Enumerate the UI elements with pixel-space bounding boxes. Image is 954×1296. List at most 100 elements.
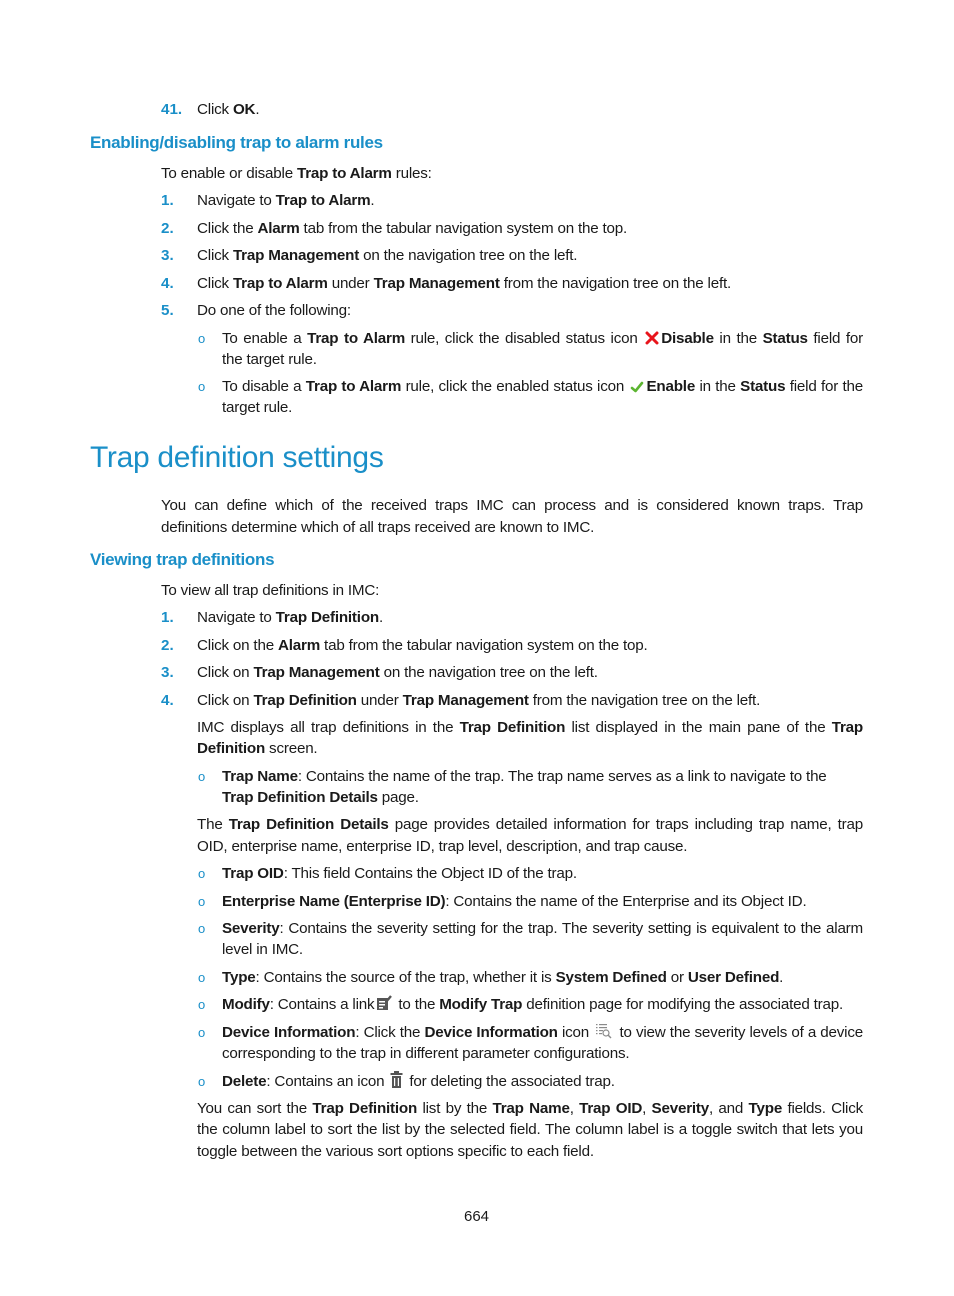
step-text: Navigate to Trap to Alarm.: [197, 190, 375, 212]
status-enable-button: Enable: [628, 378, 695, 395]
field-bullet-text: Trap OID: This field Contains the Object…: [222, 863, 863, 885]
step-number: 1.: [161, 609, 174, 626]
bullet-marker: o: [198, 997, 206, 1012]
sort-para-line1: You can sort the Trap Definition list by…: [197, 1098, 863, 1120]
modify-bullet-text: Modify: Contains a link to the Modify Tr…: [222, 994, 843, 1018]
text-bold: Trap Definition: [312, 1100, 418, 1117]
text-bold: Alarm: [257, 220, 300, 237]
text-bold: Trap to Alarm: [296, 165, 392, 182]
text: to view the severity levels of a device: [615, 1024, 864, 1041]
status-label: Disable: [661, 330, 714, 347]
text: Click the: [197, 220, 258, 237]
bullet-text-cont: target rule.: [222, 399, 293, 416]
text-bold: Trap: [831, 719, 864, 736]
bullet-marker: o: [198, 1074, 206, 1089]
text: Navigate to: [197, 192, 276, 209]
text-bold: Trap to Alarm: [307, 330, 406, 347]
text-bold: User Defined: [687, 969, 780, 986]
step-number: 1.: [161, 192, 174, 209]
bullet-text: To enable a Trap to Alarm rule, click th…: [222, 328, 863, 352]
bullet-text: To disable a Trap to Alarm rule, click t…: [222, 376, 863, 400]
text: : Contains the name of the Enterprise an…: [445, 893, 807, 910]
text: from the navigation tree on the left.: [499, 275, 732, 292]
modify-edit-icon: [376, 995, 393, 1018]
text: , and: [709, 1100, 749, 1117]
text-bold: Trap Name: [222, 768, 298, 785]
text: To enable or disable: [161, 165, 297, 182]
text: To enable a: [222, 330, 308, 347]
device-info-bullet-text-cont: corresponding to the trap in different p…: [222, 1045, 630, 1062]
text-bold: Trap to Alarm: [232, 275, 328, 292]
text-bold: Status: [740, 378, 786, 395]
text: Click on: [197, 692, 254, 709]
text-bold: Trap Name: [492, 1100, 570, 1117]
display-para-line1: IMC displays all trap definitions in the…: [197, 717, 863, 739]
text: The: [197, 816, 229, 833]
step-text: Click Trap Management on the navigation …: [197, 245, 578, 267]
text: ,: [642, 1100, 652, 1117]
text: field for: [807, 330, 863, 347]
text: in the: [695, 378, 741, 395]
text: for deleting the associated trap.: [405, 1073, 615, 1090]
text-bold: Trap OID: [222, 865, 284, 882]
trap-name-bullet-line2: Trap Definition Details page.: [222, 787, 419, 809]
step-text: Do one of the following:: [197, 300, 351, 322]
step-text: Click on the Alarm tab from the tabular …: [197, 635, 648, 657]
section-heading-viewing: Viewing trap definitions: [90, 550, 275, 569]
text: on the navigation tree on the left.: [359, 247, 578, 264]
details-para-line2: OID, enterprise name, enterprise ID, tra…: [197, 838, 688, 855]
text: Do one of the following:: [197, 302, 351, 319]
bullet-marker: o: [198, 970, 206, 985]
sort-para-line3: toggle between the various sort options …: [197, 1143, 594, 1160]
step-number: 4.: [161, 692, 174, 709]
field-bullet-text: level in IMC.: [222, 939, 863, 961]
text-bold: Definition: [197, 740, 266, 757]
text-bold: Severity: [222, 920, 280, 937]
trap-name-bullet-line1: Trap Name: Contains the name of the trap…: [222, 766, 827, 788]
text: : Contains the name of the trap. The tra…: [297, 768, 827, 785]
page-title: Trap definition settings: [90, 441, 384, 474]
step-number: 3.: [161, 247, 174, 264]
disable-x-icon: [645, 330, 659, 352]
text: .: [255, 101, 260, 118]
text: tab from the tabular navigation system o…: [320, 637, 648, 654]
step-text: Click on Trap Definition under Trap Mana…: [197, 690, 760, 712]
text: .: [370, 192, 375, 209]
text-bold: Modify Trap: [439, 996, 523, 1013]
step-text: Navigate to Trap Definition.: [197, 607, 383, 629]
text: or: [666, 969, 688, 986]
step-number: 2.: [161, 220, 174, 237]
bullet-marker: o: [198, 1025, 206, 1040]
delete-trash-icon: [390, 1071, 403, 1095]
text-bold: Trap Management: [232, 247, 360, 264]
step-number: 5.: [161, 302, 174, 319]
bullet-marker: o: [198, 921, 206, 936]
text: Click: [197, 101, 233, 118]
bullet-marker: o: [198, 894, 206, 909]
sort-para-line2: the column label to sort the list by the…: [197, 1121, 863, 1138]
text-bold: Trap Definition: [253, 692, 357, 709]
text: : Contains a link: [269, 996, 375, 1013]
text: You can sort the: [197, 1100, 313, 1117]
text: tab from the tabular navigation system o…: [299, 220, 628, 237]
text-bold: Status: [762, 330, 808, 347]
bullet-marker: o: [198, 331, 206, 346]
text: ,: [569, 1100, 580, 1117]
step-text: Click on Trap Management on the navigati…: [197, 662, 598, 684]
text: Click: [197, 247, 233, 264]
view-intro: To view all trap definitions in IMC:: [161, 582, 380, 599]
text-bold: Severity: [651, 1100, 710, 1117]
text: : This field Contains the Object ID of t…: [283, 865, 577, 882]
text: .: [378, 609, 383, 626]
text: Click on: [197, 664, 254, 681]
field-bullet-text: Type: Contains the source of the trap, w…: [222, 967, 863, 989]
text-bold: Trap Definition Details: [222, 789, 378, 806]
status-label: Enable: [646, 378, 696, 395]
text-bold: Trap Definition: [275, 609, 380, 626]
enable-check-icon: [630, 378, 644, 400]
bullet-marker: o: [198, 379, 206, 394]
step-number: 3.: [161, 664, 174, 681]
step-number: 2.: [161, 637, 174, 654]
ok-label: OK: [232, 101, 256, 118]
device-info-bullet-text: Device Information: Click the Device Inf…: [222, 1022, 863, 1046]
